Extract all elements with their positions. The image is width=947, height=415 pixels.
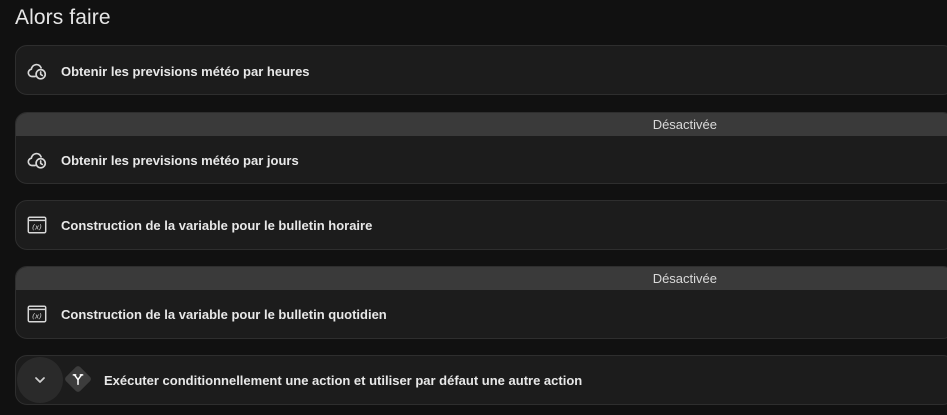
variable-icon: (x) [25,213,49,237]
disabled-banner: Désactivée [16,113,947,136]
action-card-daily-forecast[interactable]: Désactivée Obtenir les previsions météo … [15,112,947,184]
action-card-conditional[interactable]: Exécuter conditionnellement une action e… [15,355,947,405]
action-label: Construction de la variable pour le bull… [61,306,387,322]
action-label: Obtenir les previsions météo par heures [61,63,310,79]
action-card-hourly-forecast[interactable]: Obtenir les previsions météo par heures [15,45,947,95]
svg-text:(x): (x) [32,223,42,232]
expand-button[interactable] [17,357,63,403]
action-card-daily-variable[interactable]: Désactivée (x) Construction de la variab… [15,266,947,339]
weather-clock-icon [25,59,49,83]
svg-text:(x): (x) [32,312,42,321]
section-title: Alors faire [15,6,111,29]
chevron-down-icon [35,377,45,383]
disabled-label: Désactivée [652,271,717,286]
weather-clock-icon [25,148,49,172]
action-label: Construction de la variable pour le bull… [61,217,373,233]
disabled-banner: Désactivée [16,267,947,290]
action-card-hourly-variable[interactable]: (x) Construction de la variable pour le … [15,200,947,250]
variable-icon: (x) [25,302,49,326]
disabled-label: Désactivée [652,117,717,132]
action-label: Exécuter conditionnellement une action e… [104,372,583,388]
action-label: Obtenir les previsions météo par jours [61,152,299,168]
branch-icon [63,364,93,394]
automation-actions-panel: Alors faire Obtenir les previsions météo… [0,0,947,415]
